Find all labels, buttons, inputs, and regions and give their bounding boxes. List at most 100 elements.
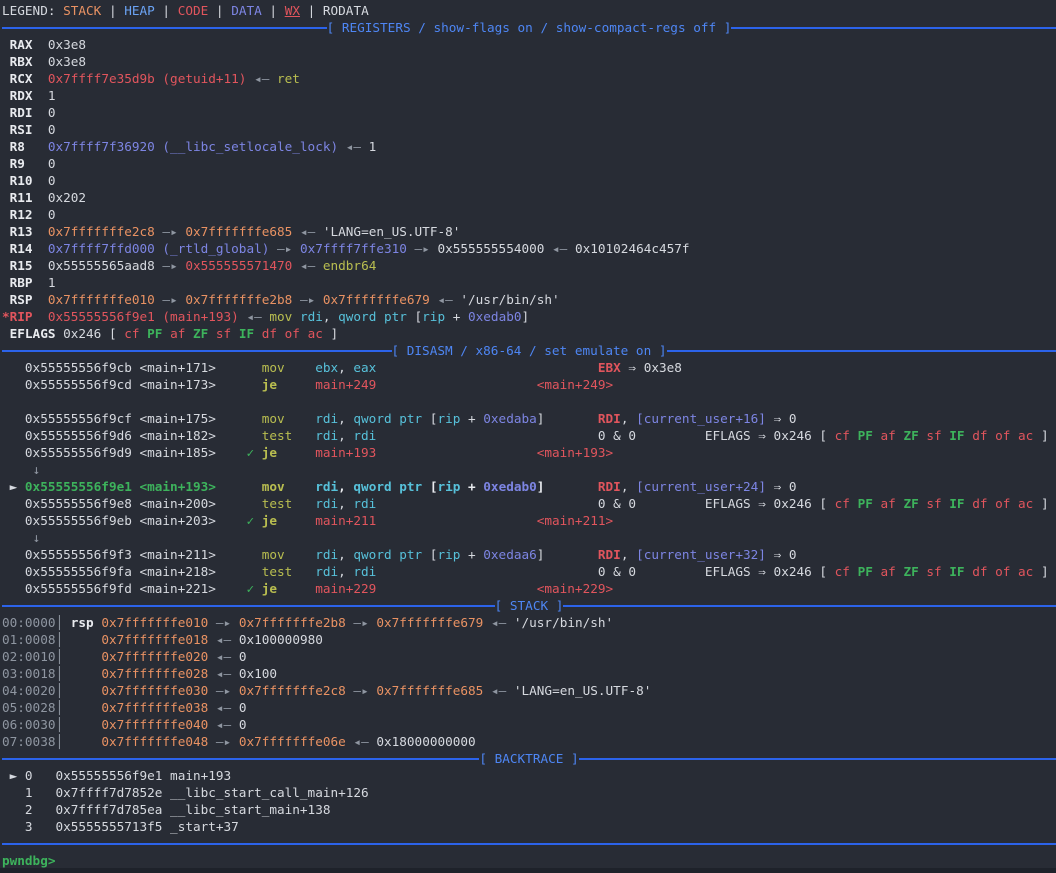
flag-unset: cf [124, 326, 147, 341]
text [63, 666, 101, 681]
arrow: —▸ [208, 734, 239, 749]
branch-arrow-2: ↓ [2, 529, 1056, 546]
register-name: *RIP [2, 309, 48, 324]
flag-unset: of [995, 564, 1018, 579]
command-prompt-line[interactable]: pwndbg> [2, 852, 1056, 869]
text [63, 649, 101, 664]
flag-unset: ac [1018, 564, 1033, 579]
backtrace-frame-2: 2 0x7ffff7d785ea __libc_start_main+138 [2, 801, 1056, 818]
stack-address: 0x7fffffffe685 [376, 683, 483, 698]
flag-unset: cf [835, 496, 858, 511]
legend-heap: HEAP [124, 3, 155, 18]
separator-line [2, 605, 495, 607]
mnemonic: mov [262, 360, 285, 375]
value: 0x10102464c457f [575, 241, 690, 256]
disasm-line-main-182: 0x55555556f9d6 <main+182> test rdi, rdi … [2, 427, 1056, 444]
instruction-address: 0x55555556f9eb <main+203> [2, 513, 246, 528]
stack-row-01: 01:0008│ 0x7fffffffe018 ◂— 0x100000980 [2, 631, 1056, 648]
text: , [323, 309, 338, 324]
stack-address: 0x7fffffffe06e [239, 734, 346, 749]
string-value: '/usr/bin/sh' [514, 615, 613, 630]
text: + [460, 411, 483, 426]
section-title: [ REGISTERS / show-flags on / show-compa… [327, 19, 732, 36]
register-ref: RDI [598, 411, 621, 426]
register-ref: EBX [598, 360, 621, 375]
branch-arrow-1: ↓ [2, 461, 1056, 478]
register-value: 1 [48, 88, 56, 103]
text [376, 445, 536, 460]
register-r14: R14 0x7ffff7ffd000 (_rtld_global) —▸ 0x7… [2, 240, 1056, 257]
stack-offset: 06:0030 [2, 717, 55, 732]
stack-address: 0x7fffffffe028 [101, 666, 208, 681]
value: 0x100 [239, 666, 277, 681]
value: 0 [239, 700, 247, 715]
register-name: R13 [2, 224, 48, 239]
flag-unset: af [881, 496, 904, 511]
value: 1 [369, 139, 377, 154]
arrow: ◂— [544, 241, 575, 256]
taken-checkmark-icon: ✓ [246, 513, 254, 528]
jump-target: main+249 [315, 377, 376, 392]
operand: rdi [315, 547, 338, 562]
instruction-address: 0x55555556f9f3 <main+211> [2, 547, 262, 562]
jump-target: <main+211> [537, 513, 613, 528]
flag-unset: af [881, 564, 904, 579]
register-value: 0x3e8 [48, 54, 86, 69]
disasm-line-main-221: 0x55555556f9fd <main+221> ✓ je main+229 … [2, 580, 1056, 597]
stack-offset: 00:0000 [2, 615, 55, 630]
arrow: ◂— [239, 309, 270, 324]
text [277, 445, 315, 460]
register-label: rsp [71, 615, 94, 630]
instruction-address: 0x55555556f9fd <main+221> [2, 581, 246, 596]
text [544, 411, 597, 426]
flag-unset: of [285, 326, 308, 341]
text: ] [1033, 564, 1048, 579]
frame-location: 0x7ffff7d7852e __libc_start_call_main+12… [55, 785, 368, 800]
data-symbol: [current_user+32] [636, 547, 766, 562]
operand: rdi [353, 428, 376, 443]
flag-unset: sf [216, 326, 239, 341]
disasm-line-main-203: 0x55555556f9eb <main+203> ✓ je main+211 … [2, 512, 1056, 529]
current-instruction-marker-icon: ► [2, 479, 25, 494]
text: | [300, 3, 323, 18]
flag-set: ZF [903, 428, 926, 443]
flag-set: PF [858, 564, 881, 579]
column-divider: │ [55, 649, 63, 664]
taken-checkmark-icon: ✓ [246, 581, 254, 596]
operand: rdi [353, 496, 376, 511]
stack-offset: 04:0020 [2, 683, 55, 698]
instruction-address: 0x55555556f9cd <main+173> [2, 377, 262, 392]
separator-line [2, 27, 327, 29]
data-symbol: [current_user+16] [636, 411, 766, 426]
text [285, 547, 316, 562]
text: , [338, 428, 353, 443]
value: 0 [239, 649, 247, 664]
register-r8: R8 0x7ffff7f36920 (__libc_setlocale_lock… [2, 138, 1056, 155]
flag-unset: af [170, 326, 193, 341]
registers-header: [ REGISTERS / show-flags on / show-compa… [2, 19, 1056, 36]
flag-unset: df [972, 564, 995, 579]
arrow: ◂— [208, 632, 239, 647]
stack-address: 0x7fffffffe679 [376, 615, 483, 630]
register-value: 0x3e8 [48, 37, 86, 52]
text [376, 581, 536, 596]
stack-address: 0x7fffffffe018 [101, 632, 208, 647]
text: , [621, 479, 636, 494]
flag-unset: df [972, 496, 995, 511]
arrow: —▸ [155, 292, 186, 307]
register-name: R15 [2, 258, 48, 273]
stack-row-03: 03:0018│ 0x7fffffffe028 ◂— 0x100 [2, 665, 1056, 682]
register-value: 1 [48, 275, 56, 290]
instruction-address: 0x55555556f9cb <main+171> [2, 360, 262, 375]
register-r10: R10 0 [2, 172, 1056, 189]
operand: eax [353, 360, 376, 375]
flag-unset: ac [1018, 428, 1033, 443]
mnemonic: endbr64 [323, 258, 376, 273]
disasm-line-main-200: 0x55555556f9e8 <main+200> test rdi, rdi … [2, 495, 1056, 512]
stack-offset: 01:0008 [2, 632, 55, 647]
flag-set: PF [858, 496, 881, 511]
text [285, 411, 316, 426]
value: 0 [239, 717, 247, 732]
text: , [621, 547, 636, 562]
text [254, 513, 262, 528]
